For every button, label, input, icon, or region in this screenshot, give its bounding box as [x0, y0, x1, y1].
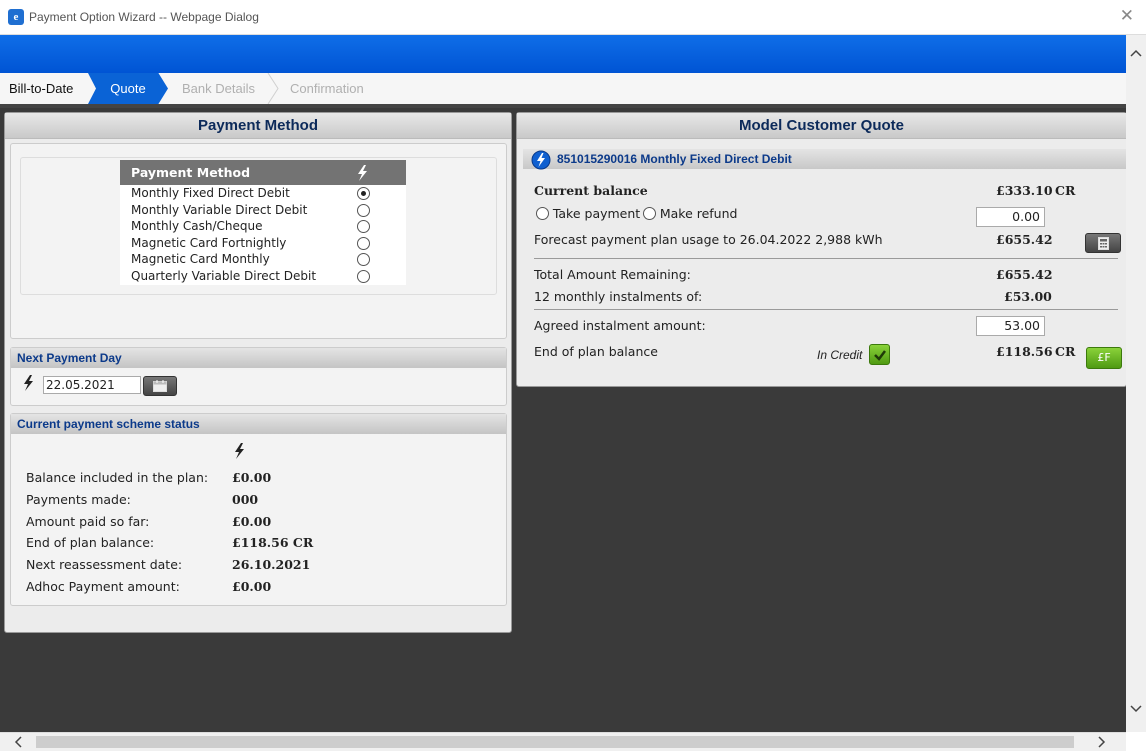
payment-method-table: Payment Method Monthly Fixed Direct Debi… — [120, 160, 406, 285]
divider — [534, 258, 1118, 259]
next-payment-date-input[interactable]: 22.05.2021 — [43, 376, 141, 394]
chevron-right-icon — [266, 72, 280, 105]
next-payment-day-title: Next Payment Day — [11, 348, 506, 368]
status-value: 26.10.2021 — [232, 557, 311, 572]
total-remaining-label: Total Amount Remaining: — [534, 267, 691, 282]
take-payment-label: Take payment — [552, 206, 641, 221]
payment-option-radio[interactable] — [357, 203, 370, 217]
horizontal-scroll-thumb[interactable] — [36, 736, 1074, 748]
payment-option-label: Monthly Fixed Direct Debit — [131, 186, 290, 200]
step-quote[interactable]: Quote — [88, 73, 168, 104]
current-balance-suffix: CR — [1055, 183, 1076, 198]
make-refund-radio[interactable] — [643, 207, 656, 220]
panel-title: Model Customer Quote — [517, 113, 1126, 139]
instalments-label: 12 monthly instalments of: — [534, 289, 703, 304]
payment-option-radio[interactable] — [357, 187, 370, 200]
status-label: Balance included in the plan: — [26, 470, 209, 485]
status-label: Amount paid so far: — [26, 514, 150, 529]
total-remaining-value: £655.42 — [996, 267, 1053, 282]
instalments-value: £53.00 — [1004, 289, 1052, 304]
in-credit-label: In Credit — [817, 348, 863, 362]
payment-method-table-header: Payment Method — [120, 160, 406, 185]
payment-option-radio[interactable] — [357, 269, 370, 283]
status-value: £0.00 — [232, 579, 272, 594]
scroll-up-icon[interactable] — [1130, 45, 1142, 61]
payment-method-panel: Payment Method Payment Method Monthly Fi… — [4, 112, 512, 633]
account-header: 851015290016 Monthly Fixed Direct Debit — [523, 149, 1127, 170]
status-label: End of plan balance: — [26, 535, 155, 550]
quote-panel: Model Customer Quote 851015290016 Monthl… — [516, 112, 1127, 387]
payment-option-row[interactable]: Monthly Variable Direct Debit — [120, 201, 406, 219]
step-bill-to-date[interactable]: Bill-to-Date — [9, 73, 73, 104]
step-confirmation[interactable]: Confirmation — [290, 73, 364, 104]
take-payment-option[interactable]: Take payment — [536, 206, 640, 221]
payment-option-label: Magnetic Card Fortnightly — [131, 235, 287, 250]
calendar-icon — [153, 380, 167, 392]
current-balance-value: £333.10 — [996, 183, 1053, 198]
status-label: Next reassessment date: — [26, 557, 183, 572]
current-balance-label: Current balance — [534, 183, 648, 198]
content-area: Payment Method Payment Method Monthly Fi… — [0, 108, 1127, 732]
end-balance-suffix: CR — [1055, 344, 1076, 359]
payment-option-row[interactable]: Magnetic Card Fortnightly — [120, 234, 406, 252]
window-title: Payment Option Wizard -- Webpage Dialog — [29, 10, 259, 24]
payment-option-row[interactable]: Monthly Cash/Cheque — [120, 218, 406, 235]
horizontal-scrollbar[interactable] — [0, 732, 1126, 751]
scroll-right-icon[interactable] — [1098, 736, 1106, 752]
end-balance-label: End of plan balance — [534, 344, 658, 359]
electricity-icon — [531, 150, 551, 170]
take-payment-radio[interactable] — [536, 207, 549, 220]
payment-option-radio[interactable] — [357, 236, 370, 250]
close-icon[interactable]: ✕ — [1120, 6, 1134, 26]
header-banner — [0, 35, 1126, 73]
checkmark-icon — [869, 344, 890, 365]
account-header-label: 851015290016 Monthly Fixed Direct Debit — [557, 152, 792, 166]
status-value: 000 — [232, 492, 259, 507]
agreed-instalment-label: Agreed instalment amount: — [534, 318, 706, 333]
scheme-status-box: Current payment scheme status Balance in… — [10, 413, 507, 606]
forecast-value: £655.42 — [996, 232, 1053, 247]
wizard-steps: Bill-to-Date Quote Bank Details Confirma… — [0, 72, 1126, 108]
forecast-label: Forecast payment plan usage to 26.04.202… — [534, 232, 883, 247]
status-label: Adhoc Payment amount: — [26, 579, 180, 594]
status-label: Payments made: — [26, 492, 131, 507]
scroll-left-icon[interactable] — [14, 736, 22, 752]
payment-option-label: Monthly Cash/Cheque — [131, 219, 263, 234]
payment-method-box: Payment Method Monthly Fixed Direct Debi… — [10, 143, 507, 339]
payment-option-row[interactable]: Monthly Fixed Direct Debit — [120, 185, 406, 202]
table-header-label: Payment Method — [131, 165, 251, 180]
next-payment-day-box: Next Payment Day 22.05.2021 — [10, 347, 507, 406]
vertical-scrollbar[interactable] — [1126, 35, 1146, 732]
make-refund-label: Make refund — [659, 206, 738, 221]
scroll-down-icon[interactable] — [1130, 701, 1142, 717]
payment-option-label: Magnetic Card Monthly — [131, 252, 270, 267]
internet-explorer-icon: e — [8, 9, 24, 25]
payment-option-radio[interactable] — [357, 220, 370, 234]
payment-option-radio[interactable] — [357, 253, 370, 267]
payment-option-row[interactable]: Magnetic Card Monthly — [120, 251, 406, 268]
calendar-button[interactable] — [143, 376, 177, 396]
lightning-bolt-icon — [22, 375, 34, 394]
end-balance-value: £118.56 — [996, 344, 1053, 359]
status-value: £0.00 — [232, 514, 272, 529]
divider — [534, 309, 1118, 310]
panel-title: Payment Method — [5, 113, 511, 139]
payment-option-row[interactable]: Quarterly Variable Direct Debit — [120, 267, 406, 285]
payment-amount-input[interactable]: 0.00 — [976, 207, 1045, 227]
scheme-status-title: Current payment scheme status — [11, 414, 506, 434]
payment-option-label: Quarterly Variable Direct Debit — [131, 268, 317, 283]
status-value: £118.56 CR — [232, 535, 314, 550]
finance-button[interactable]: £F — [1086, 347, 1122, 369]
payment-option-label: Monthly Variable Direct Debit — [131, 202, 308, 217]
lightning-bolt-icon — [233, 443, 245, 462]
window-titlebar: e Payment Option Wizard -- Webpage Dialo… — [0, 0, 1146, 35]
calculator-button[interactable] — [1085, 233, 1121, 253]
step-bank-details[interactable]: Bank Details — [182, 73, 255, 104]
status-value: £0.00 — [232, 470, 272, 485]
calculator-icon — [1098, 237, 1109, 250]
agreed-instalment-input[interactable]: 53.00 — [976, 316, 1045, 336]
make-refund-option[interactable]: Make refund — [643, 206, 737, 221]
